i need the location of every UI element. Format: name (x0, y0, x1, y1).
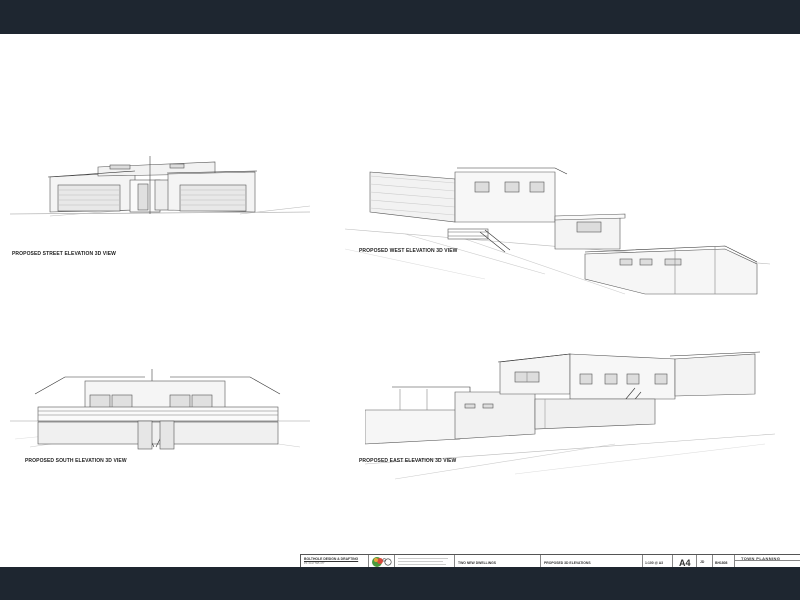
drawing-scale: 1:100 @ A3 (645, 561, 664, 565)
company-phone: Ph: 0417 595 477 (304, 562, 325, 565)
scale-cell: 1:100 @ A3 (643, 555, 673, 567)
drawn-by: JD (700, 560, 705, 564)
drawing-viewer: PROPOSED STREET ELEVATION 3D VIEW PROPOS… (0, 0, 800, 600)
company-cell: BOLTHOLE DESIGN & DRAFTING Ph: 0417 595 … (301, 555, 369, 567)
sheet-number: A4 (679, 558, 691, 567)
south-elevation-caption: PROPOSED SOUTH ELEVATION 3D VIEW (25, 458, 127, 464)
company-name: BOLTHOLE DESIGN & DRAFTING (304, 557, 359, 561)
street-elevation-drawing (10, 156, 310, 217)
street-elevation-caption: PROPOSED STREET ELEVATION 3D VIEW (12, 251, 116, 257)
east-elevation-caption: PROPOSED EAST ELEVATION 3D VIEW (359, 458, 457, 464)
notes-cell (395, 555, 455, 567)
copyright-mark: © (382, 558, 387, 564)
job-number-cell: BH1808 (713, 555, 735, 567)
viewer-bottom-bar (0, 567, 800, 600)
west-elevation-view (345, 154, 770, 304)
job-number: BH1808 (715, 561, 728, 565)
project-cell: TWO NEW DWELLINGS (455, 555, 541, 567)
logo-cell: © (369, 555, 395, 567)
west-elevation-caption: PROPOSED WEST ELEVATION 3D VIEW (359, 248, 458, 254)
drawn-by-cell: JD (697, 555, 713, 567)
drawing-title-cell: PROPOSED 3D ELEVATIONS (541, 555, 643, 567)
project-name: TWO NEW DWELLINGS (458, 561, 497, 565)
drawing-sheet: PROPOSED STREET ELEVATION 3D VIEW PROPOS… (0, 34, 800, 567)
viewer-top-bar (0, 0, 800, 34)
title-block: BOLTHOLE DESIGN & DRAFTING Ph: 0417 595 … (300, 554, 800, 567)
drawing-title: PROPOSED 3D ELEVATIONS (544, 561, 591, 565)
sheet-cell: A4 (673, 555, 697, 567)
stage-cell: TOWN PLANNING (735, 555, 800, 567)
street-elevation-view (10, 152, 310, 252)
west-elevation-drawing (345, 167, 770, 295)
